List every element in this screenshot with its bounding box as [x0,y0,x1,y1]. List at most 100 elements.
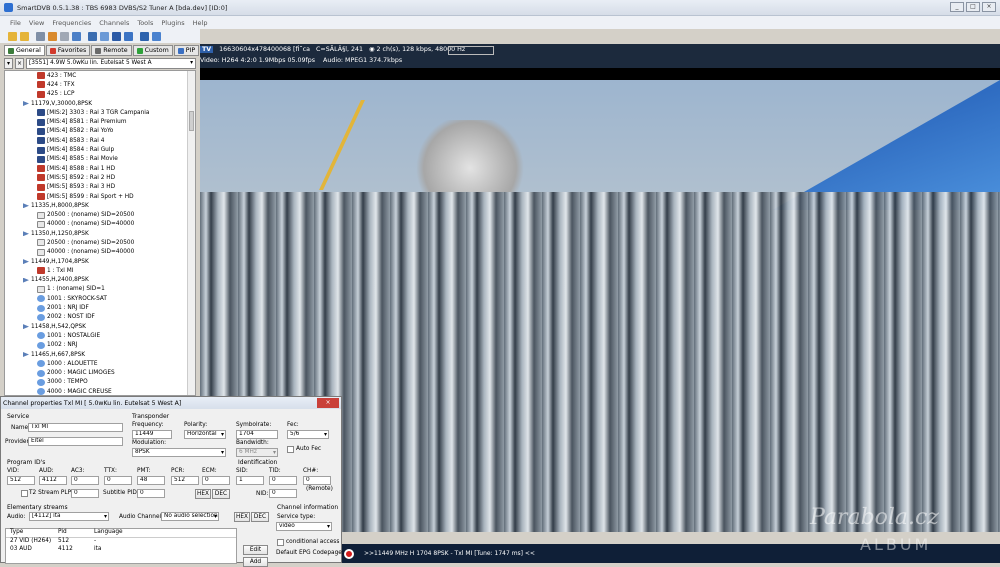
menu-channels[interactable]: Channels [99,19,129,27]
tree-channel[interactable]: 423 : TMC [5,71,195,80]
minimize-button[interactable]: _ [950,2,964,12]
ac3-field[interactable]: 0 [71,476,99,485]
menu-help[interactable]: Help [193,19,208,27]
info-icon[interactable] [112,31,121,41]
tid-field[interactable]: 0 [269,476,297,485]
provider-field[interactable]: Eitel [28,437,123,446]
tab-favorites[interactable]: Favorites [45,45,91,56]
pmt-field[interactable]: 48 [137,476,165,485]
tree-scrollbar[interactable] [187,71,195,395]
t2-plp-field[interactable]: 0 [71,489,99,498]
tree-channel[interactable]: [MIS:4] 8588 : Rai 1 HD [5,164,195,173]
audio-select[interactable]: [4112] ita [29,512,109,521]
subtitle-pid-field[interactable]: 0 [137,489,165,498]
record-status-icon[interactable] [344,548,354,559]
tree-channel[interactable]: 3000 : TEMPO [5,378,195,387]
tab-pip[interactable]: PIP [173,45,200,56]
tree-channel[interactable]: 2002 : NOST IDF [5,313,195,322]
vid-field[interactable]: 512 [7,476,35,485]
open-folder-icon[interactable] [8,31,17,41]
tree-transponder[interactable]: 11179,V,30000,8PSK [5,99,195,108]
dec-button[interactable]: DEC [212,489,230,499]
search-icon[interactable] [152,31,161,41]
tree-channel[interactable]: 40000 : (noname) SID=40000 [5,248,195,257]
ttx-field[interactable]: 0 [104,476,132,485]
clear-button[interactable]: × [15,58,24,69]
tree-transponder[interactable]: 11458,H,542,QPSK [5,322,195,331]
pcr-field[interactable]: 512 [171,476,199,485]
list-icon[interactable] [124,31,133,41]
table-row[interactable]: 03 AUD 4112 ita [6,546,236,554]
menu-file[interactable]: File [10,19,21,27]
tree-transponder[interactable]: 11465,H,667,8PSK [5,350,195,359]
tree-channel[interactable]: [MIS:4] 8584 : Rai Gulp [5,145,195,154]
table-row[interactable]: 27 VID (H264) 512 - [6,538,236,546]
tab-remote[interactable]: Remote [91,45,132,56]
tree-channel[interactable]: 20500 : (noname) SID=20500 [5,238,195,247]
maximize-button[interactable]: □ [966,2,980,12]
elementary-streams-table[interactable]: Type Pid Language 27 VID (H264) 512 - 03… [5,528,237,564]
screen-icon[interactable] [72,31,81,41]
tree-channel[interactable]: 2001 : NRJ IDF [5,303,195,312]
bandwidth-select[interactable]: 6 MHz [236,448,278,457]
close-button[interactable]: × [982,2,996,12]
tree-channel[interactable]: [MIS:4] 8583 : Rai 4 [5,136,195,145]
col-pid[interactable]: Pid [58,529,94,537]
tree-channel[interactable]: 40000 : (noname) SID=40000 [5,220,195,229]
tree-channel[interactable]: 424 : TFX [5,80,195,89]
record-icon[interactable] [36,31,45,41]
ecm-field[interactable]: 0 [202,476,230,485]
tree-channel[interactable]: [MIS:5] 8592 : Rai 2 HD [5,173,195,182]
tree-channel[interactable]: 425 : LCP [5,90,195,99]
sid-field[interactable]: 1 [236,476,264,485]
tree-transponder[interactable]: 11335,H,8000,8PSK [5,201,195,210]
dialog-close-button[interactable]: × [317,398,339,408]
expand-button[interactable]: ▾ [4,58,13,69]
audio-channel-select[interactable]: No audio selection [161,512,219,521]
tab-custom[interactable]: Custom [132,45,173,56]
col-language[interactable]: Language [94,529,194,537]
fec-select[interactable]: 5/6 [287,430,329,439]
col-type[interactable]: Type [6,529,58,537]
name-field[interactable]: Txl MI [28,423,123,432]
hex-button-2[interactable]: HEX [234,512,250,522]
tree-channel[interactable]: [MIS:5] 8593 : Rai 3 HD [5,183,195,192]
tree-channel[interactable]: 1002 : NRJ [5,341,195,350]
service-type-select[interactable]: video [276,522,332,531]
conditional-access-checkbox[interactable] [277,539,284,546]
tree-channel[interactable]: [MIS:2] 3303 : Rai 3 TGR Campania [5,108,195,117]
menu-tools[interactable]: Tools [137,19,153,27]
tree-channel[interactable]: [MIS:4] 8581 : Rai Premium [5,117,195,126]
arrow-icon[interactable] [48,31,57,41]
tree-channel[interactable]: [MIS:4] 8585 : Rai Movie [5,155,195,164]
tree-channel[interactable]: 4000 : MAGIC CREUSE [5,387,195,395]
aud-field[interactable]: 4112 [39,476,67,485]
modulation-select[interactable]: 8PSK [132,448,226,457]
tree-channel[interactable]: 1 : Txl MI [5,266,195,275]
menu-plugins[interactable]: Plugins [161,19,184,27]
scan-icon[interactable] [100,31,109,41]
channel-tree[interactable]: 423 : TMC 424 : TFX 425 : LCP 11179,V,30000… [4,70,196,396]
symbolrate-field[interactable]: 1704 [236,430,278,439]
frequency-field[interactable]: 11449 [132,430,172,439]
tree-channel[interactable]: 1001 : NOSTALGIE [5,331,195,340]
folder-icon[interactable] [20,31,29,41]
fullscreen-icon[interactable] [88,31,97,41]
edit-button[interactable]: Edit [243,545,268,555]
chnum-field[interactable]: 0 [303,476,331,485]
t2-plp-checkbox[interactable] [21,490,28,497]
tab-general[interactable]: General [4,45,45,56]
tree-channel[interactable]: 20500 : (noname) SID=20500 [5,210,195,219]
polarity-select[interactable]: Horizontal [184,430,226,439]
tree-transponder[interactable]: 11350,H,1250,8PSK [5,229,195,238]
dec-button-2[interactable]: DEC [251,512,269,522]
tree-transponder[interactable]: 11449,H,1704,8PSK [5,257,195,266]
hat-icon[interactable] [140,31,149,41]
nid-field[interactable]: 0 [269,489,297,498]
tree-channel[interactable]: 2000 : MAGIC LIMOGES [5,369,195,378]
menu-frequencies[interactable]: Frequencies [52,19,91,27]
tree-channel[interactable]: 1000 : ALOUETTE [5,359,195,368]
tree-channel[interactable]: 1001 : SKYROCK-SAT [5,294,195,303]
auto-fec-checkbox[interactable] [287,446,294,453]
tree-channel[interactable]: [MIS:5] 8599 : Rai Sport + HD [5,192,195,201]
